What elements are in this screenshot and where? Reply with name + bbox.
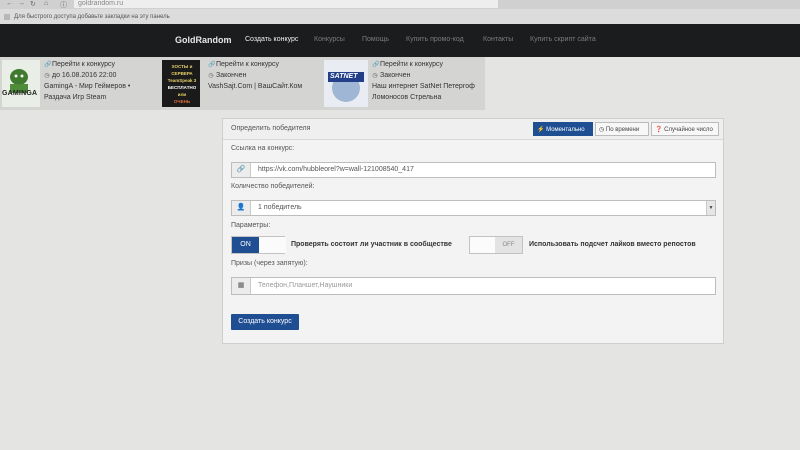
contest-banner: ХОСТЫ и СЕРВЕРА TeamSpeak 3 БЕСПЛАТНО ил… (162, 60, 200, 107)
prizes-label: Призы (через запятую): (231, 260, 308, 267)
tab-by-time[interactable]: ◷ По времени (595, 122, 649, 136)
likes-count-label: Использовать подсчет лайков вместо репос… (529, 241, 696, 248)
tab-instant[interactable]: ⚡ Моментально (533, 122, 593, 136)
membership-check-label: Проверять состоит ли участник в сообщест… (291, 241, 452, 248)
winners-select[interactable]: 👤 1 победитель ▼ (231, 200, 716, 216)
apps-icon[interactable] (4, 14, 10, 20)
chevron-down-icon: ▼ (706, 201, 715, 215)
nav-help[interactable]: Помощь (362, 36, 389, 43)
site-info-icon[interactable]: ⓘ (60, 0, 67, 10)
contest-title: GamingA - Мир Геймеров • (44, 83, 131, 90)
user-icon: 👤 (232, 201, 251, 215)
panel-header: Определить победителя ⚡ Моментально ◷ По… (223, 119, 723, 140)
browser-toolbar: ← → ↻ ⌂ ⓘ goldrandom.ru (0, 0, 800, 9)
nav-buy-promo[interactable]: Купить промо-код (406, 36, 464, 43)
nav-create-contest[interactable]: Создать конкурс (245, 36, 298, 43)
contest-title-line2: Ломоносов Стрельна (372, 94, 442, 101)
membership-check-toggle[interactable]: ON (231, 236, 286, 254)
nav-buy-script[interactable]: Купить скрипт сайта (530, 36, 596, 43)
clock-icon: ◷ (599, 127, 606, 133)
contest-link-input[interactable]: 🔗 https://vk.com/hubbleorel?w=wall-12100… (231, 162, 716, 178)
reload-icon[interactable]: ↻ (30, 0, 36, 8)
contest-card[interactable]: GAMINGA 🔗Перейти к конкурсу ◷ до 16.08.20… (0, 57, 160, 110)
panel-title: Определить победителя (231, 125, 311, 132)
address-bar[interactable]: goldrandom.ru (74, 0, 498, 8)
top-navbar: GoldRandom Создать конкурс Конкурсы Помо… (0, 24, 800, 57)
link-icon: 🔗 (232, 163, 251, 177)
question-icon: ❓ (655, 127, 665, 133)
likes-count-toggle[interactable]: OFF (469, 236, 523, 254)
contest-strip: GAMINGA 🔗Перейти к конкурсу ◷ до 16.08.20… (0, 57, 485, 110)
contest-title: Наш интернет SatNet Петергоф (372, 83, 475, 90)
create-contest-button[interactable]: Создать конкурс (231, 314, 299, 330)
home-icon[interactable]: ⌂ (44, 0, 48, 7)
nav-contests[interactable]: Конкурсы (314, 36, 345, 43)
satnet-dish-icon (328, 72, 364, 102)
bolt-icon: ⚡ (537, 127, 547, 133)
back-icon[interactable]: ← (6, 0, 13, 7)
contest-title: VashSajt.Com | ВашСайт.Ком (208, 83, 303, 90)
contest-logo: SATNET (324, 60, 368, 107)
browser-chrome: ← → ↻ ⌂ ⓘ goldrandom.ru Для быстрого дос… (0, 0, 800, 24)
grid-icon: ▦ (232, 278, 251, 294)
tab-random-number[interactable]: ❓ Случайное число (651, 122, 719, 136)
prizes-input[interactable]: ▦ Телефон,Планшет,Наушники (231, 277, 716, 295)
contest-card[interactable]: SATNET 🔗Перейти к конкурсу ◷ Закончен Наш… (322, 57, 485, 110)
forward-icon[interactable]: → (18, 0, 25, 7)
link-label: Ссылка на конкурс: (231, 145, 295, 152)
contest-card[interactable]: ХОСТЫ и СЕРВЕРА TeamSpeak 3 БЕСПЛАТНО ил… (162, 57, 320, 110)
nav-contacts[interactable]: Контакты (483, 36, 513, 43)
site-logo[interactable]: GoldRandom (175, 35, 232, 45)
params-label: Параметры: (231, 222, 271, 229)
gaming-character-icon (10, 69, 28, 93)
winners-label: Количество победителей: (231, 183, 315, 190)
winner-form-panel: Определить победителя ⚡ Моментально ◷ По… (222, 118, 724, 344)
contest-logo: GAMINGA (2, 60, 40, 107)
bookmarks-hint: Для быстрого доступа добавьте закладки н… (14, 14, 170, 20)
bookmarks-bar: Для быстрого доступа добавьте закладки н… (0, 12, 800, 24)
contest-title-line2: Раздача Игр Steam (44, 94, 107, 101)
